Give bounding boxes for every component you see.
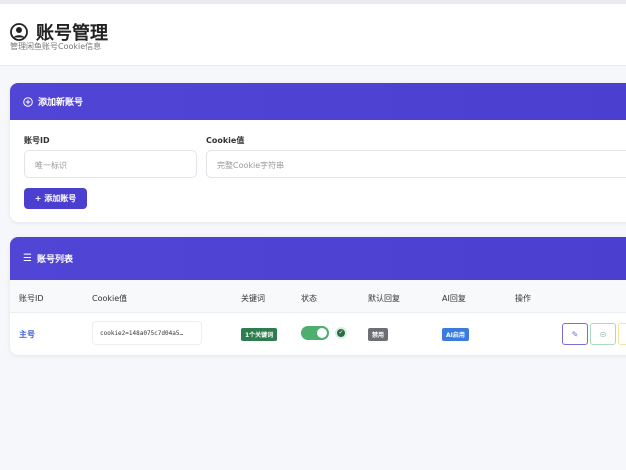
- account-list-card: ☰ 账号列表 账号ID Cookie值 关键词 状态 默认回复 AI回复 操作 …: [10, 237, 626, 355]
- list-icon: ☰: [23, 253, 32, 264]
- column-header: 账号ID: [19, 294, 44, 303]
- default-reply-badge: 禁用: [368, 328, 389, 341]
- account-id-label: 账号ID: [24, 136, 50, 145]
- column-header: 操作: [515, 294, 531, 303]
- account-id-input[interactable]: 唯一标识: [24, 150, 197, 178]
- toggle-button[interactable]: ⊝: [590, 323, 616, 345]
- add-account-button[interactable]: + 添加账号: [24, 188, 87, 209]
- page-subtitle: 管理闲鱼账号Cookie信息: [10, 42, 102, 51]
- keywords-badge[interactable]: 1个关键词: [241, 328, 278, 341]
- user-circle-icon: [10, 23, 28, 41]
- add-account-title: 添加新账号: [38, 98, 84, 108]
- column-header: 状态: [301, 294, 317, 303]
- column-header: Cookie值: [92, 294, 128, 303]
- ai-reply-badge: AI启用: [442, 328, 469, 341]
- pencil-icon: ✎: [571, 329, 579, 339]
- cookie-input[interactable]: 完整Cookie字符串: [206, 150, 626, 178]
- divider: [10, 312, 626, 313]
- account-list-header: ☰ 账号列表: [10, 237, 626, 280]
- column-header: 关键词: [241, 294, 265, 303]
- cookie-value: cookie2=148a075c7d04a5…: [92, 321, 202, 345]
- plus-circle-icon: [23, 96, 33, 107]
- status-toggle[interactable]: [301, 326, 329, 340]
- add-account-card: 添加新账号 账号ID 唯一标识 Cookie值 完整Cookie字符串 + 添加…: [10, 83, 626, 222]
- page-header: 账号管理 管理闲鱼账号Cookie信息: [0, 4, 626, 66]
- edit-button[interactable]: ✎: [562, 323, 588, 345]
- account-id-link[interactable]: 主号: [19, 329, 35, 340]
- column-header: AI回复: [442, 294, 466, 303]
- add-account-header: 添加新账号: [10, 83, 626, 120]
- circle-arrow-icon: ⊝: [599, 329, 607, 339]
- check-icon: ✓: [335, 327, 347, 339]
- cookie-label: Cookie值: [206, 136, 245, 145]
- more-button[interactable]: [618, 323, 626, 345]
- account-list-title: 账号列表: [36, 255, 73, 265]
- column-header: 默认回复: [368, 294, 400, 303]
